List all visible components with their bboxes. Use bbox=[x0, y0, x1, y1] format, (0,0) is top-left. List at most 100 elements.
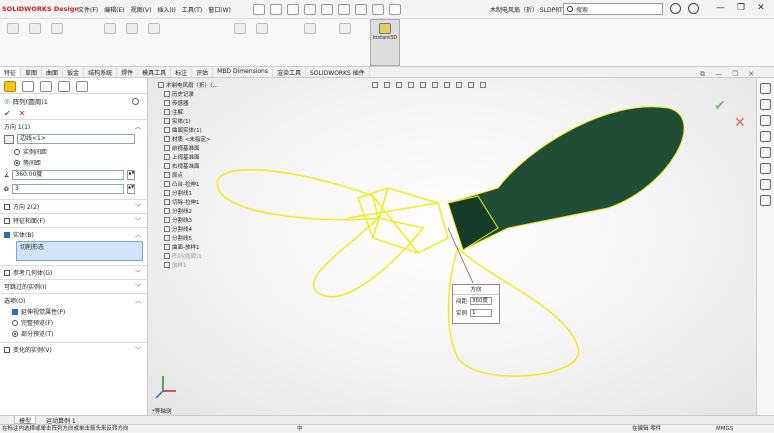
tree-item[interactable]: 分割线3 bbox=[164, 216, 192, 224]
features-checkbox[interactable] bbox=[4, 217, 10, 224]
zoom-area-icon[interactable] bbox=[384, 82, 390, 88]
tab-render-tools[interactable]: 渲染工具 bbox=[273, 67, 306, 77]
appearances-icon[interactable] bbox=[760, 163, 771, 174]
close-icon[interactable]: ✕ bbox=[757, 3, 765, 13]
tree-item[interactable]: 右视基准面 bbox=[164, 162, 200, 170]
tab-sketch[interactable]: 草图 bbox=[21, 67, 43, 77]
minimize-icon[interactable]: — bbox=[716, 3, 725, 13]
tree-item[interactable]: 分割线4 bbox=[164, 225, 192, 233]
pane-minimize-icon[interactable]: — bbox=[715, 70, 722, 79]
new-doc-icon[interactable] bbox=[269, 3, 282, 15]
angle-input[interactable]: 360.00度 bbox=[12, 170, 125, 180]
tree-item[interactable]: 材质 <未指定> bbox=[164, 135, 210, 143]
instance-spacing-radio[interactable] bbox=[14, 148, 20, 155]
full-preview-radio[interactable] bbox=[12, 319, 18, 326]
ribbon-wrap[interactable] bbox=[300, 23, 320, 35]
appearance-icon[interactable] bbox=[456, 82, 462, 88]
cancel-button[interactable]: ✕ bbox=[19, 109, 26, 118]
expand-icon[interactable]: ﹀ bbox=[135, 282, 141, 291]
confirm-cancel-icon[interactable]: ✕ bbox=[734, 115, 746, 131]
ribbon-hole-wizard[interactable] bbox=[122, 23, 142, 35]
select-icon[interactable] bbox=[354, 3, 367, 15]
save-icon[interactable] bbox=[303, 3, 316, 15]
scene-icon[interactable] bbox=[468, 82, 474, 88]
tree-item[interactable]: 放样1 bbox=[164, 261, 187, 269]
tree-item[interactable]: 上视基准面 bbox=[164, 153, 200, 161]
menu-insert[interactable]: 插入(I) bbox=[157, 5, 175, 14]
user-icon[interactable] bbox=[670, 3, 681, 14]
section-view-icon[interactable] bbox=[408, 82, 414, 88]
tree-item[interactable]: 原点 bbox=[164, 171, 183, 179]
ribbon-linear-pattern[interactable] bbox=[252, 23, 272, 35]
tree-item[interactable]: 曲面实体(1) bbox=[164, 126, 202, 134]
ribbon-revolve-boss[interactable] bbox=[25, 23, 45, 35]
ribbon-revolve-cut[interactable] bbox=[144, 23, 164, 35]
configuration-manager-tab-icon[interactable] bbox=[40, 81, 52, 92]
tree-item[interactable]: 历史记录 bbox=[164, 90, 194, 98]
tree-item[interactable]: 实体(1) bbox=[164, 117, 191, 125]
view-orientation-icon[interactable] bbox=[420, 82, 426, 88]
instance-count-input[interactable]: 3 bbox=[12, 184, 125, 194]
equal-spacing-radio[interactable] bbox=[14, 159, 20, 166]
tree-item[interactable]: 分割线2 bbox=[164, 207, 192, 215]
menu-tools[interactable]: 工具(T) bbox=[182, 5, 202, 14]
tab-markup[interactable]: 标注 bbox=[171, 67, 193, 77]
tab-surfaces[interactable]: 曲面 bbox=[42, 67, 64, 77]
menu-file[interactable]: 文件(F) bbox=[78, 5, 98, 14]
rebuild-icon[interactable] bbox=[371, 3, 384, 15]
tree-root[interactable]: 木制电风扇（折）（... bbox=[158, 81, 218, 89]
property-manager-tab-icon[interactable] bbox=[22, 81, 34, 92]
restore-icon[interactable]: ❐ bbox=[737, 3, 745, 13]
collapse-icon[interactable]: ︿ bbox=[135, 230, 141, 239]
tab-structure-system[interactable]: 结构系统 bbox=[84, 67, 118, 77]
ribbon-extrude-boss[interactable] bbox=[3, 23, 23, 35]
dimxpert-tab-icon[interactable] bbox=[58, 81, 70, 92]
bodies-checkbox[interactable] bbox=[4, 231, 10, 238]
pane-close-icon[interactable]: ✕ bbox=[748, 70, 754, 79]
tab-evaluate[interactable]: 评估 bbox=[192, 67, 214, 77]
tab-weldments[interactable]: 焊件 bbox=[117, 67, 139, 77]
tab-solidworks-addins[interactable]: SOLIDWORKS 插件 bbox=[306, 67, 370, 77]
reference-geometry-checkbox[interactable] bbox=[4, 269, 10, 276]
tab-mold-tools[interactable]: 模具工具 bbox=[138, 67, 172, 77]
menu-view[interactable]: 视图(V) bbox=[131, 5, 152, 14]
zoom-to-fit-icon[interactable] bbox=[372, 82, 378, 88]
ribbon-reference-geometry[interactable] bbox=[335, 23, 355, 35]
tree-item[interactable]: 分割线1 bbox=[164, 189, 192, 197]
undo-icon[interactable] bbox=[337, 3, 350, 15]
home-icon[interactable] bbox=[760, 83, 771, 94]
axis-field[interactable]: 边线<1> bbox=[17, 134, 135, 144]
home-icon[interactable] bbox=[252, 3, 265, 15]
help-icon[interactable] bbox=[688, 3, 699, 14]
callout-spacing-input[interactable]: 360度 bbox=[470, 297, 493, 305]
ribbon-extrude-cut[interactable] bbox=[100, 23, 120, 35]
display-style-icon[interactable] bbox=[432, 82, 438, 88]
variation-checkbox[interactable] bbox=[4, 346, 10, 353]
ok-button[interactable]: ✔ bbox=[4, 109, 11, 118]
unit-system[interactable]: MMGS bbox=[716, 425, 733, 433]
previous-view-icon[interactable] bbox=[396, 82, 402, 88]
menu-window[interactable]: 窗口(W) bbox=[208, 5, 231, 14]
tree-item[interactable]: 曲面-放样1 bbox=[164, 243, 199, 251]
display-manager-tab-icon[interactable] bbox=[76, 81, 88, 92]
tree-item[interactable]: 分割线5 bbox=[164, 234, 192, 242]
tree-item[interactable]: 凸台-拉伸1 bbox=[164, 180, 199, 188]
axis-direction-icon[interactable] bbox=[4, 134, 14, 144]
custom-properties-icon[interactable] bbox=[760, 179, 771, 190]
open-icon[interactable] bbox=[286, 3, 299, 15]
file-explorer-icon[interactable] bbox=[760, 131, 771, 142]
expand-icon[interactable]: ﹀ bbox=[135, 345, 141, 354]
instant3d-button[interactable]: Instant3D bbox=[370, 19, 400, 66]
bodies-listbox[interactable]: 切削形态 bbox=[16, 241, 143, 261]
propagate-visual-checkbox[interactable] bbox=[12, 308, 18, 315]
options-gear-icon[interactable] bbox=[388, 3, 401, 15]
pane-restore-icon[interactable]: ❐ bbox=[732, 70, 738, 79]
search-box[interactable]: 搜索 bbox=[563, 3, 663, 15]
ribbon-fillet[interactable] bbox=[230, 23, 250, 35]
tree-item[interactable]: 注解 bbox=[164, 108, 183, 116]
tree-item[interactable]: 阵列(圆周)1 bbox=[164, 252, 202, 260]
partial-preview-radio[interactable] bbox=[12, 330, 18, 337]
menu-edit[interactable]: 编辑(E) bbox=[104, 5, 124, 14]
tab-sheet-metal[interactable]: 钣金 bbox=[63, 67, 85, 77]
forum-icon[interactable] bbox=[760, 195, 771, 206]
